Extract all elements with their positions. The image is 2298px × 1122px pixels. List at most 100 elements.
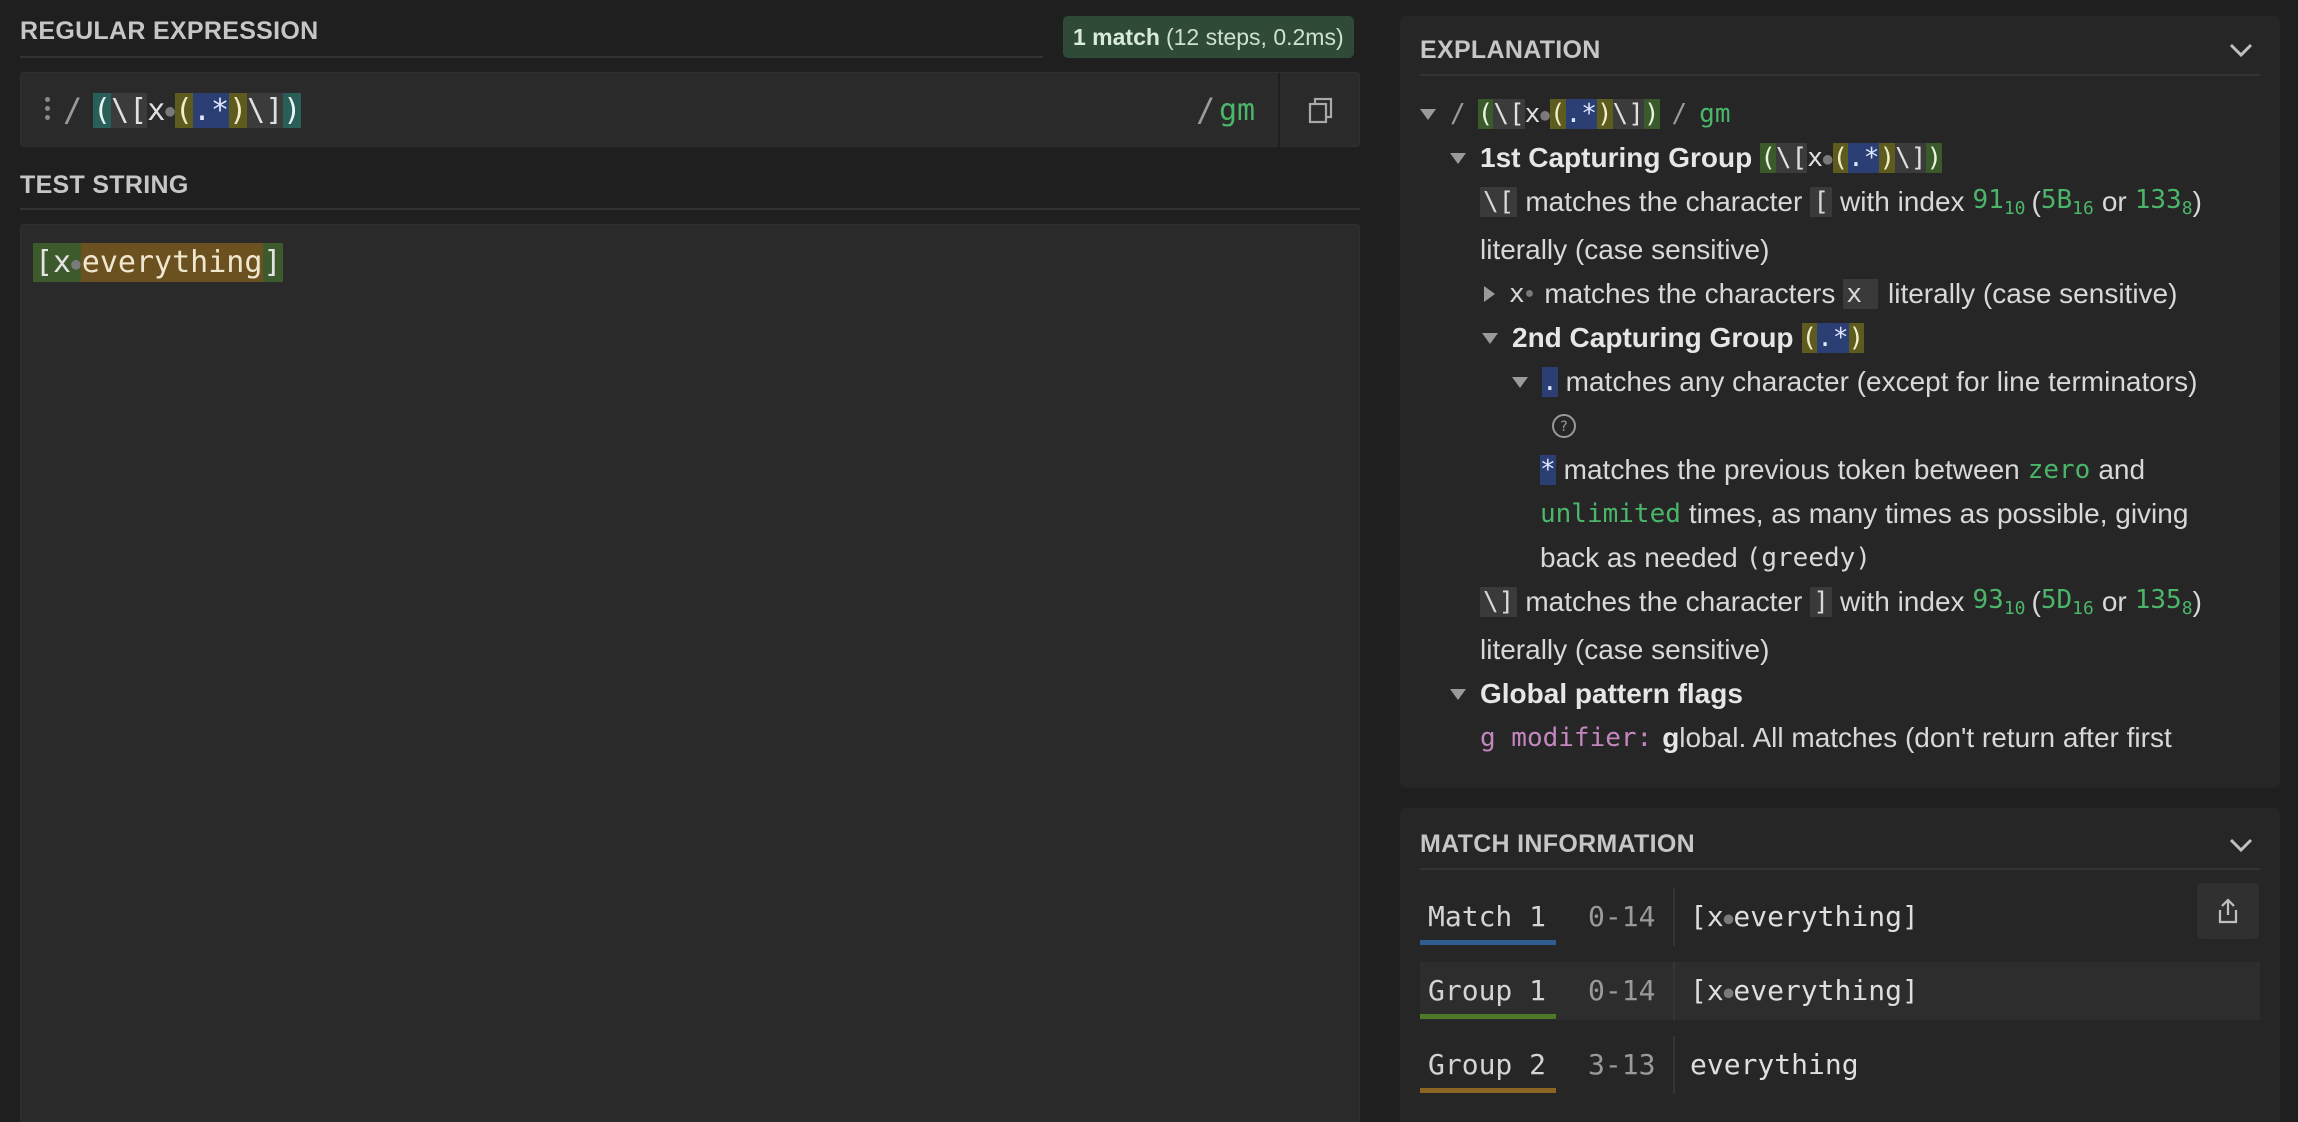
chevron-down-icon[interactable] <box>2228 40 2254 60</box>
g-desc: lobal. All matches (don't return after f… <box>1679 722 2172 753</box>
escape-open-literally: literally (case sensitive) <box>1480 234 1770 265</box>
x-token: x <box>1509 279 1525 309</box>
chevron-down-icon[interactable] <box>2228 835 2254 855</box>
regex-open-delimiter: / <box>63 91 83 129</box>
regex-token-star: * <box>211 92 230 128</box>
g-modifier-label: g modifier: <box>1480 723 1653 753</box>
divider <box>20 208 1360 210</box>
divider <box>1420 868 2260 870</box>
group2-color-bar <box>1420 1088 1556 1093</box>
drag-handle-icon[interactable] <box>45 97 51 123</box>
match-information-panel: MATCH INFORMATION Match 1 0-14 [x●everyt… <box>1400 808 2280 1122</box>
group1-color-bar <box>1420 1014 1556 1019</box>
dot-node[interactable]: . matches any character (except for line… <box>1510 362 2197 402</box>
root-token-x: x <box>1524 99 1541 129</box>
group-label: Group 1 <box>1428 974 1547 1007</box>
regex-flags[interactable]: gm <box>1219 93 1255 128</box>
group2-highlight: everything <box>80 242 264 282</box>
divider <box>1278 73 1280 148</box>
triangle-right-icon[interactable] <box>1484 286 1495 302</box>
group1-token-inner-close: ) <box>1879 143 1896 173</box>
match-row[interactable]: Match 1 0-14 [x●everything] <box>1420 888 2260 946</box>
help-icon[interactable]: ? <box>1550 406 1578 446</box>
x-node[interactable]: x ● matches the characters x literally (c… <box>1480 274 2177 314</box>
triangle-down-icon[interactable] <box>1482 332 1498 344</box>
match-value: [x●everything] <box>1690 900 1919 933</box>
explanation-root[interactable]: / (\[x●(.*)\]) / gm <box>1420 94 1730 134</box>
space-dot-icon: ● <box>1524 285 1535 302</box>
svg-text:?: ? <box>1560 419 1567 435</box>
triangle-down-icon[interactable] <box>1420 108 1436 120</box>
regex-token-dot: . <box>192 92 212 128</box>
group2-token-close: ) <box>1848 323 1865 353</box>
star-explanation-line2: unlimited times, as many times as possib… <box>1540 494 2188 534</box>
group1-token-inner-open: ( <box>1832 143 1849 173</box>
space-dot-icon: ● <box>71 253 81 273</box>
group1-token-open: ( <box>1760 143 1776 173</box>
match-highlight: [x●everything] <box>33 242 284 282</box>
escape-close-dec: 93 <box>1972 585 2004 615</box>
regex-token-escape-open: \[ <box>111 92 148 128</box>
oct-base: 8 <box>2181 598 2193 619</box>
star-explanation-line3: back as needed (greedy) <box>1540 538 1871 578</box>
regex-section-title: REGULAR EXPRESSION <box>20 17 319 45</box>
triangle-down-icon[interactable] <box>1512 376 1528 388</box>
group2-node[interactable]: 2nd Capturing Group (.*) <box>1480 318 1865 358</box>
space-dot-icon: ● <box>165 100 175 120</box>
match-color-bar <box>1420 940 1556 945</box>
group2-token-dot-star: .* <box>1817 323 1849 353</box>
root-token-escape-open: \[ <box>1493 99 1525 129</box>
group-row[interactable]: Group 2 3-13 everything <box>1420 1036 2260 1094</box>
escape-close-token: \] <box>1480 587 1518 617</box>
root-flags: gm <box>1699 99 1731 129</box>
group1-token-escape-close: \] <box>1895 143 1927 173</box>
escape-close-oct: 135 <box>2134 585 2182 615</box>
star-desc: matches the previous token between <box>1563 454 2020 485</box>
match-count: 1 match <box>1073 23 1160 50</box>
divider <box>1673 1036 1675 1094</box>
escape-open-explanation: \[ matches the character [ with index 91… <box>1480 182 2202 222</box>
group-value-b: everything] <box>1733 974 1919 1007</box>
divider <box>20 56 1043 58</box>
escape-close-hex: 5D <box>2040 585 2073 615</box>
star-desc-2: times, as many times as possible, giving <box>1688 498 2189 529</box>
group-value: everything <box>1690 1048 1859 1081</box>
space-dot-icon: ● <box>1723 908 1734 928</box>
regex-input-box[interactable]: / (\[x ●(. *) \]) / gm <box>20 72 1360 148</box>
root-close-delimiter: / <box>1671 99 1688 129</box>
root-token-inner-close: ) <box>1596 99 1613 129</box>
flags-node[interactable]: Global pattern flags <box>1450 674 1743 714</box>
triangle-down-icon[interactable] <box>1450 152 1466 164</box>
divider <box>1673 888 1675 946</box>
escape-open-token: \[ <box>1480 187 1518 217</box>
match-range: 0-14 <box>1588 900 1656 933</box>
group-range: 0-14 <box>1588 974 1656 1007</box>
and-text: and <box>2098 454 2146 485</box>
regex-input[interactable]: (\[x ●(. *) \]) <box>93 91 302 129</box>
root-token-escape-close: \] <box>1612 99 1644 129</box>
escape-close-index-label: with index <box>1840 586 1965 617</box>
dot-desc: matches any character (except for line t… <box>1565 366 2198 397</box>
star-token: * <box>1540 455 1556 485</box>
triangle-down-icon[interactable] <box>1450 688 1466 700</box>
g-bold: g <box>1662 722 1680 753</box>
group-row[interactable]: Group 1 0-14 [x●everything] <box>1420 962 2260 1020</box>
copy-icon[interactable] <box>1306 95 1336 125</box>
group1-token-dot-star: .* <box>1848 143 1880 173</box>
escape-close-explanation: \] matches the character ] with index 93… <box>1480 582 2202 622</box>
divider <box>1420 74 2260 76</box>
group-label: Group 2 <box>1428 1048 1547 1081</box>
test-string-title: TEST STRING <box>20 171 189 199</box>
x-literally: literally (case sensitive) <box>1888 278 2178 309</box>
regex-close-delimiter: / <box>1196 91 1216 129</box>
group-range: 3-13 <box>1588 1048 1656 1081</box>
root-token-inner-open: ( <box>1549 99 1566 129</box>
root-token-dot-star: .* <box>1565 99 1597 129</box>
escape-close-char: ] <box>1810 587 1832 617</box>
test-string-editor[interactable]: [x●everything] <box>20 224 1360 1122</box>
escape-close-desc: matches the character <box>1525 586 1803 617</box>
regex-token-escape-close: \] <box>247 92 284 128</box>
group2-token-open: ( <box>1801 323 1818 353</box>
group1-node[interactable]: 1st Capturing Group (\[x●(.*)\]) <box>1450 138 1943 178</box>
flags-label: Global pattern flags <box>1480 678 1743 709</box>
